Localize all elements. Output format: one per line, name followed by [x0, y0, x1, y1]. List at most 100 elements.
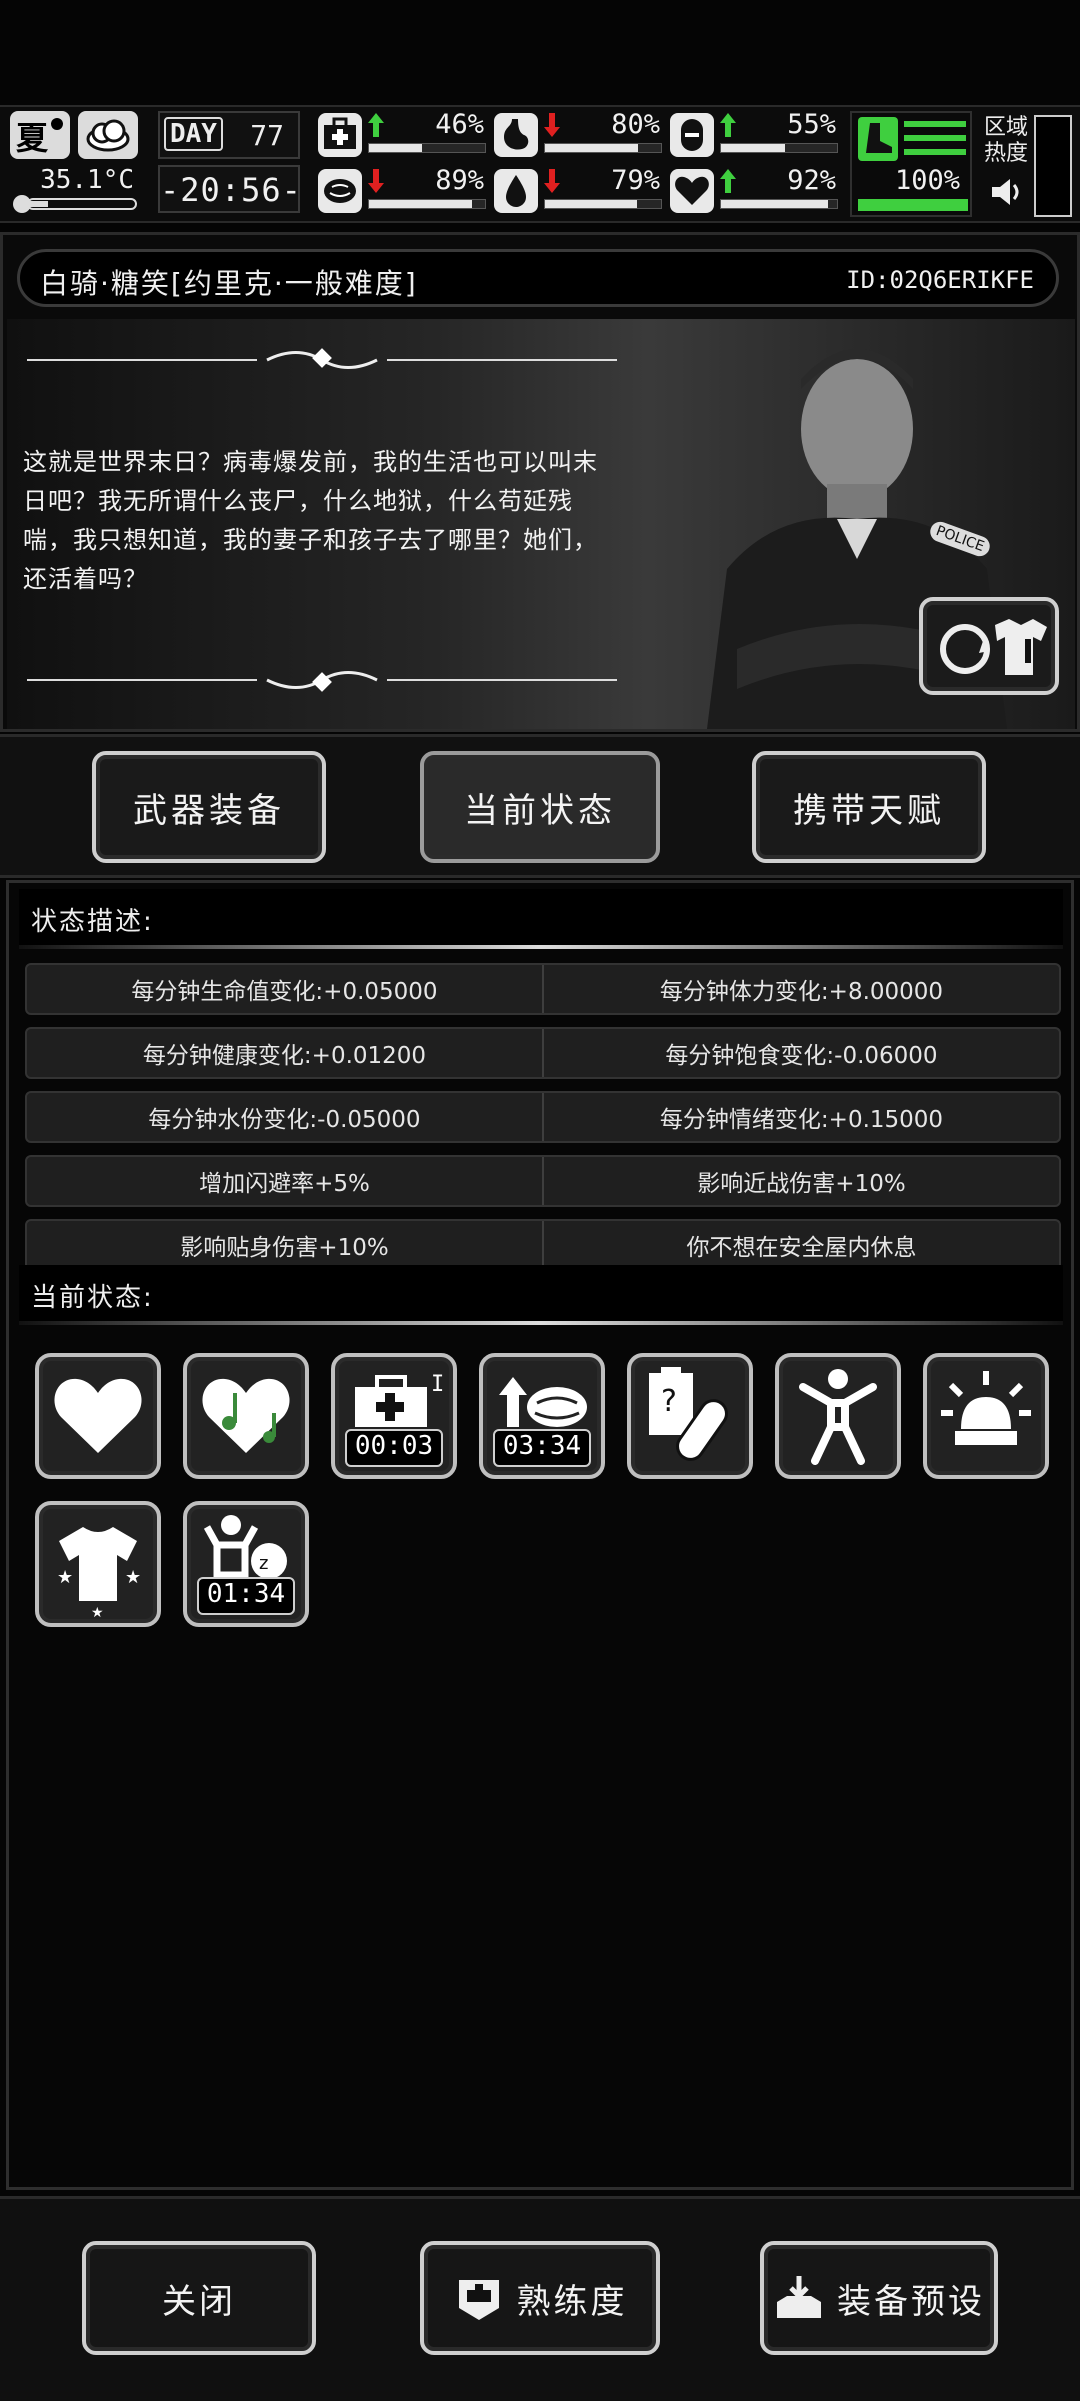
description-header: 状态描述: [19, 889, 1063, 945]
character-portrait-area: 这就是世界末日？病毒爆发前，我的生活也可以叫末日吧？我无所谓什么丧尸，什么地狱，… [7, 319, 1075, 729]
sun-icon [51, 118, 63, 130]
stamina-bar [858, 199, 968, 211]
current-status-title: 当前状态: [31, 1283, 154, 1313]
mood-percent: 92% [787, 165, 836, 196]
trend-down-arrow-icon [544, 113, 560, 137]
stamina-percent: 100% [894, 165, 960, 196]
brain-percent: 89% [435, 165, 484, 196]
effect-slot-exercise[interactable] [775, 1353, 901, 1479]
brain-bar-fill [369, 200, 473, 208]
effect-timer: 03:34 [493, 1429, 591, 1467]
energy-bar-fill [721, 144, 785, 152]
zone-heat-meter [1034, 115, 1072, 217]
tab-bar: 武器装备 当前状态 携带天赋 [0, 734, 1080, 878]
status-cell: 影响贴身伤害+10% [180, 1235, 389, 1261]
tab-current-status[interactable]: 当前状态 [420, 751, 660, 863]
current-status-divider [19, 1321, 1063, 1325]
status-cell: 影响近战伤害+10% [542, 1157, 1059, 1205]
svg-text:I: I [431, 1372, 444, 1397]
effect-slot-healthy[interactable] [35, 1353, 161, 1479]
proficiency-button[interactable]: 熟练度 [420, 2241, 660, 2355]
status-row: 增加闪避率+5% 影响近战伤害+10% [25, 1155, 1061, 1207]
water-percent: 79% [611, 165, 660, 196]
brain-icon [318, 169, 362, 213]
season-label: 夏 [16, 119, 49, 157]
status-row: 每分钟水份变化:-0.05000 每分钟情绪变化:+0.15000 [25, 1091, 1061, 1143]
tab-talents[interactable]: 携带天赋 [752, 751, 986, 863]
water-drop-icon [494, 169, 538, 213]
status-cell: 每分钟情绪变化:+0.15000 [542, 1093, 1059, 1141]
effect-slot-brain-up[interactable]: 03:34 [479, 1353, 605, 1479]
proficiency-label: 熟练度 [516, 2281, 628, 2322]
close-button[interactable]: 关闭 [82, 2241, 316, 2355]
brain-bar [368, 199, 486, 209]
preset-label: 装备预设 [837, 2281, 985, 2322]
medicine-pill-icon: ? [649, 1367, 728, 1461]
health-bar-fill [369, 144, 423, 152]
music-heart-icon [202, 1378, 290, 1453]
swap-outfit-icon [940, 619, 1047, 675]
change-outfit-button[interactable] [919, 597, 1059, 695]
stamina-stripes-icon [904, 121, 966, 159]
zone-heat[interactable]: 区域热度 [980, 111, 1076, 217]
energy-bar [720, 143, 838, 153]
water-bar-fill [545, 200, 637, 208]
tab-weapons[interactable]: 武器装备 [92, 751, 326, 863]
tab-talents-label: 携带天赋 [793, 790, 945, 831]
equipment-preset-button[interactable]: 装备预设 [760, 2241, 998, 2355]
proficiency-icon [458, 2280, 499, 2320]
ornament-divider-bottom [27, 671, 617, 692]
energy-percent: 55% [787, 109, 836, 140]
stamina-bar-fill [859, 200, 967, 210]
stat-satiety: 80% [494, 109, 662, 161]
status-cell: 每分钟水份变化:-0.05000 [148, 1107, 421, 1133]
effect-slot-outfit[interactable]: ★ ★ ★ [35, 1501, 161, 1627]
effect-slot-medkit[interactable]: I 00:03 [331, 1353, 457, 1479]
day-label: DAY [164, 117, 223, 151]
day-number: 77 [250, 119, 284, 152]
temperature-readout: 35.1°C [10, 165, 140, 215]
description-title: 状态描述: [31, 907, 154, 937]
character-name: 白骑·糖笑[约里克·一般难度] [40, 267, 418, 300]
trend-down-arrow-icon [544, 169, 560, 193]
effect-slot-medicine[interactable]: ? [627, 1353, 753, 1479]
svg-text:★: ★ [57, 1567, 73, 1588]
top-hud: 夏 35.1°C DAY 77 -20:56- 46% 80% 55% 89% [0, 105, 1080, 223]
status-cell: 每分钟生命值变化:+0.05000 [131, 979, 438, 1005]
stat-brain: 89% [318, 165, 486, 217]
status-rows: 每分钟生命值变化:+0.05000 每分钟体力变化:+8.00000 每分钟健康变… [25, 963, 1061, 1271]
day-counter: DAY 77 [158, 111, 300, 159]
trend-up-arrow-icon [720, 113, 736, 137]
trend-up-arrow-icon [720, 169, 736, 193]
alarm-siren-icon [941, 1371, 1031, 1445]
thermometer-icon [13, 195, 137, 213]
tab-current-status-label: 当前状态 [464, 790, 616, 831]
current-status-header: 当前状态: [19, 1265, 1063, 1321]
status-row: 每分钟健康变化:+0.01200 每分钟饱食变化:-0.06000 [25, 1027, 1061, 1079]
satiety-bar-fill [545, 144, 638, 152]
character-name-bar: 白骑·糖笑[约里克·一般难度] ID:02Q6ERIKFE [17, 249, 1059, 307]
water-bar [544, 199, 662, 209]
shirt-stars-icon: ★ ★ ★ [57, 1527, 141, 1621]
close-label: 关闭 [162, 2281, 236, 2322]
stat-energy: 55% [670, 109, 838, 161]
trend-down-arrow-icon [368, 169, 384, 193]
stat-mood: 92% [670, 165, 838, 217]
description-divider [19, 945, 1063, 949]
svg-text:z: z [259, 1553, 268, 1574]
status-cell: 你不想在安全屋内休息 [542, 1221, 1059, 1269]
satiety-percent: 80% [611, 109, 660, 140]
heart-icon [54, 1378, 142, 1453]
effect-slot-alarm[interactable] [923, 1353, 1049, 1479]
character-quote: 这就是世界末日？病毒爆发前，我的生活也可以叫末日吧？我无所谓什么丧尸，什么地狱，… [23, 448, 598, 593]
effect-slot-music[interactable] [183, 1353, 309, 1479]
status-cell: 每分钟饱食变化:-0.06000 [542, 1029, 1059, 1077]
capsule-icon [670, 113, 714, 157]
effect-slot-sleep[interactable]: z 01:34 [183, 1501, 309, 1627]
clock-value: -20:56- [160, 171, 302, 209]
status-cell: 每分钟健康变化:+0.01200 [142, 1043, 427, 1069]
speaker-icon[interactable] [988, 175, 1028, 209]
ornament-divider-top [27, 348, 617, 369]
weather-cloudy-icon [78, 111, 138, 159]
heart-icon [670, 169, 714, 213]
